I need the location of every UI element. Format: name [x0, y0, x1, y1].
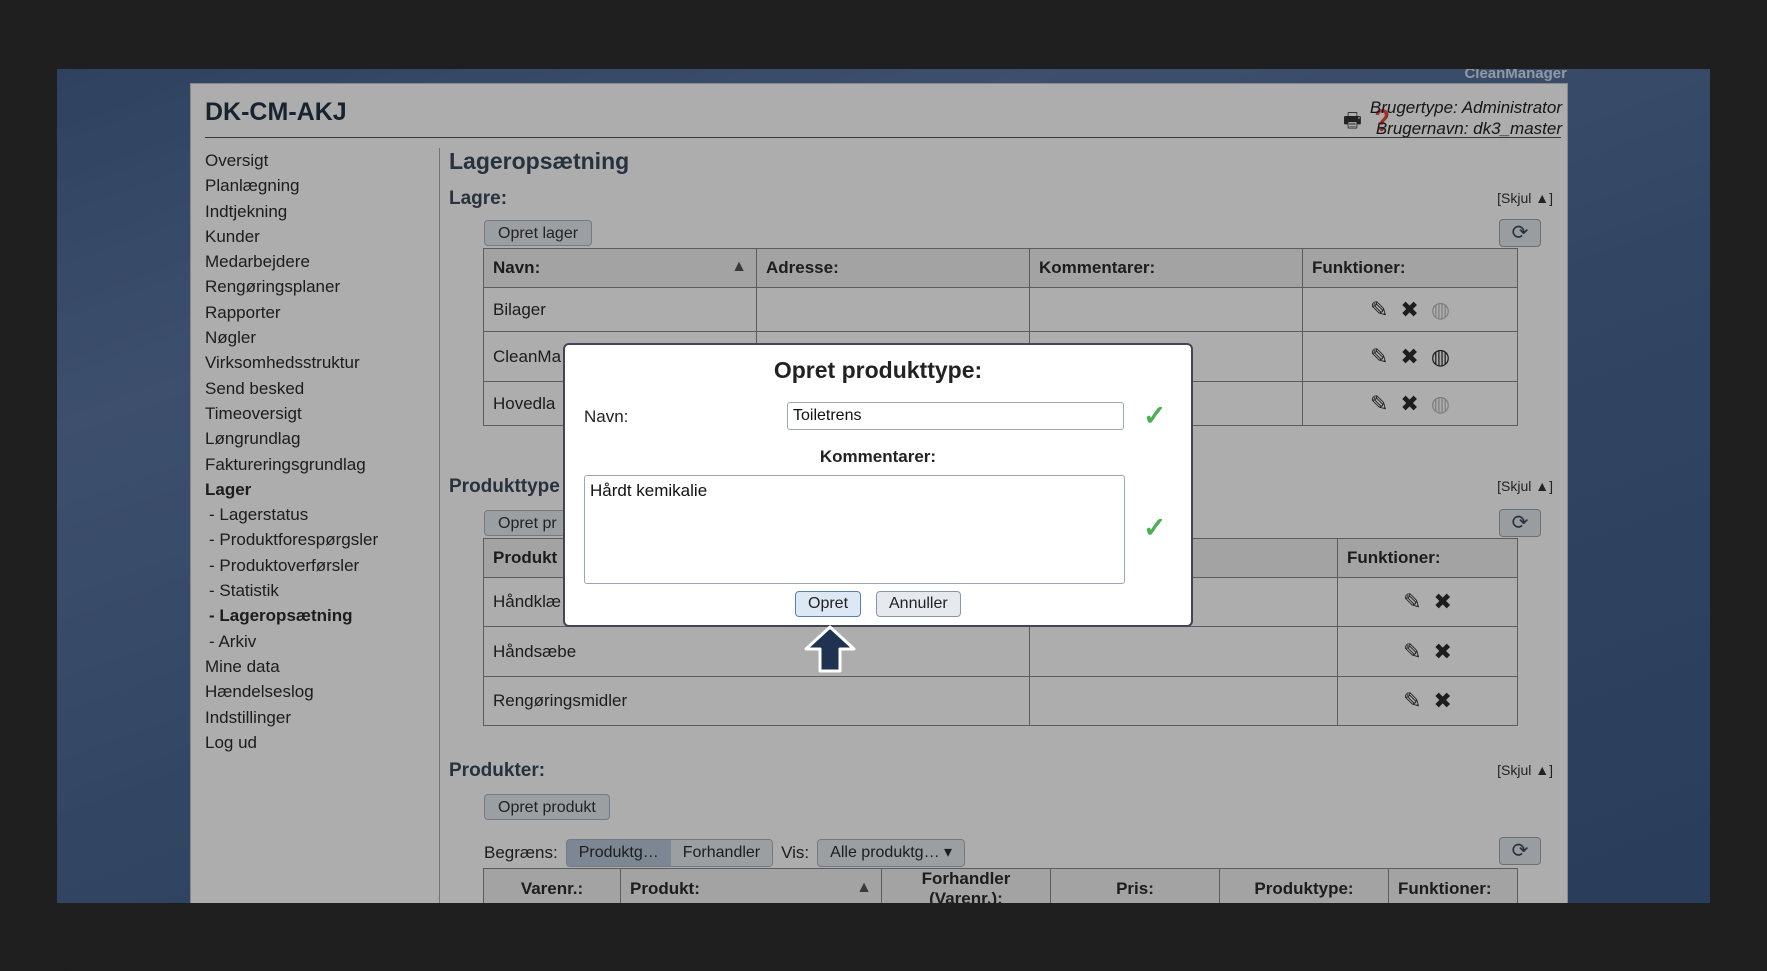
comments-label: Kommentarer:: [819, 447, 937, 466]
name-field[interactable]: [787, 402, 1124, 430]
cancel-button[interactable]: Annuller: [876, 591, 961, 617]
name-label: Navn:: [584, 407, 629, 426]
device-frame: CleanManager DK-CM-AKJ 🖶 ❓ Brugertype: Ad…: [0, 0, 1767, 971]
valid-check-icon: ✓: [1143, 512, 1167, 543]
create-product-type-dialog: Opret produkttype: Navn: ✓ Kommentarer: …: [563, 343, 1193, 627]
pointer-arrow-icon: [804, 625, 856, 673]
comments-field[interactable]: Hårdt kemikalie: [584, 475, 1125, 584]
dialog-title: Opret produkttype:: [773, 357, 983, 383]
valid-check-icon: ✓: [1143, 400, 1167, 431]
create-button[interactable]: Opret: [795, 591, 862, 617]
